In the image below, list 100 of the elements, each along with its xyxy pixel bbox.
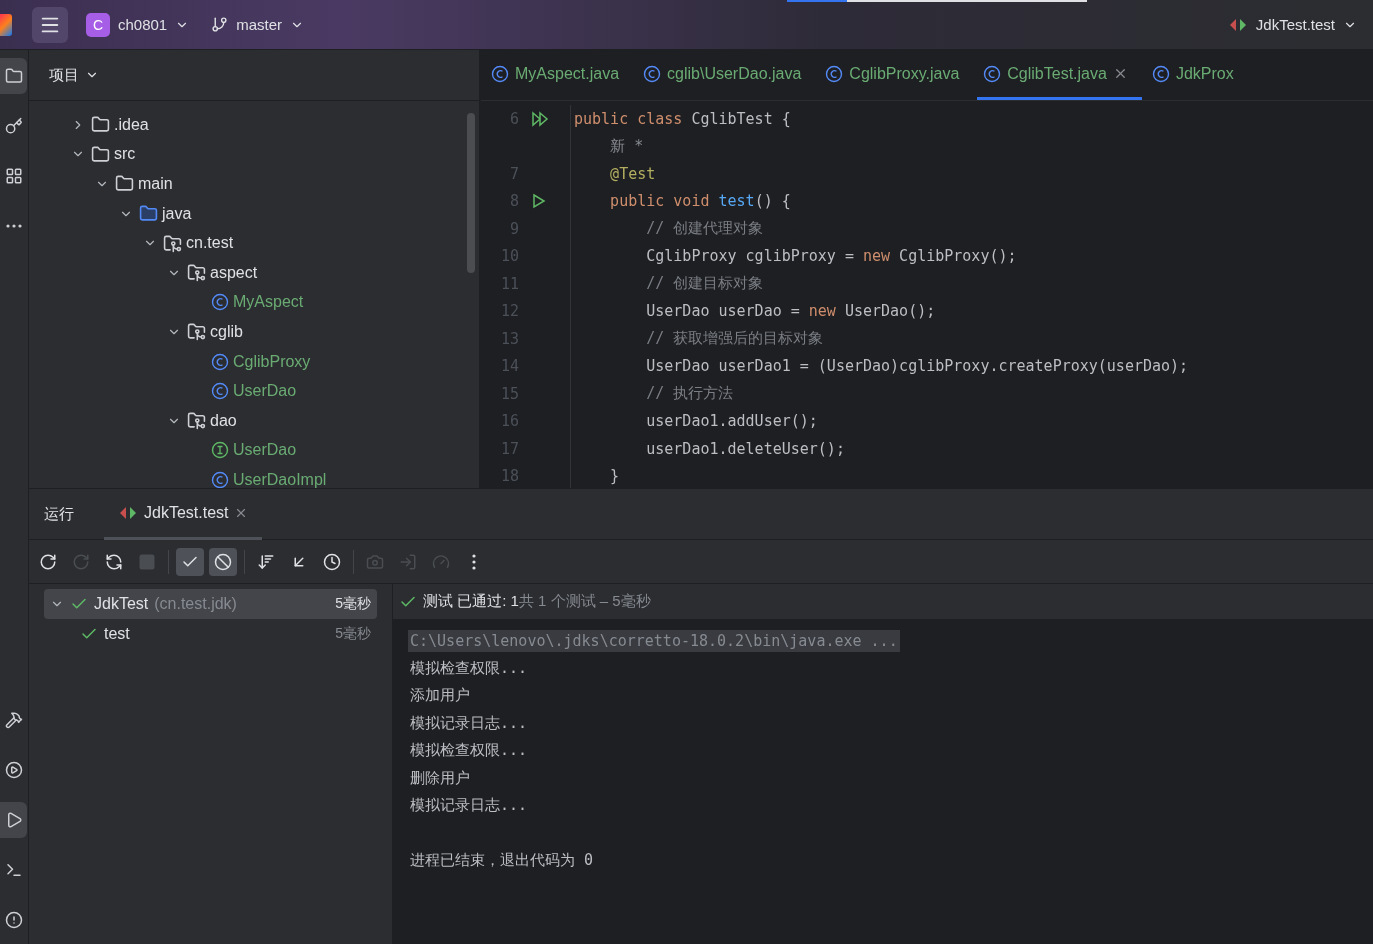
gauge-icon <box>432 552 450 571</box>
camera-icon <box>366 552 384 571</box>
main-menu-button[interactable] <box>32 6 68 43</box>
project-badge: C <box>86 12 110 37</box>
code-line: userDao1.addUser(); <box>645 412 818 431</box>
toggle-auto-icon <box>105 552 123 571</box>
code-line: public class CglibTest { <box>573 109 791 128</box>
tree-item[interactable]: .idea <box>114 115 149 134</box>
console-line: 模拟检查权限... <box>409 657 529 679</box>
passed-button[interactable] <box>176 547 204 576</box>
class-icon <box>211 470 229 488</box>
class-icon <box>643 64 662 83</box>
class-icon <box>491 64 509 83</box>
services-icon <box>4 761 23 779</box>
test-name: test <box>104 625 130 643</box>
structure-icon <box>4 167 23 185</box>
folder-icon <box>139 204 158 224</box>
console-command: C:\Users\lenovo\.jdks\corretto-18.0.2\bin\java.exe ... <box>408 629 900 652</box>
branch-selector[interactable]: master <box>207 12 309 37</box>
code-line: // 创建目标对象 <box>645 274 764 294</box>
project-selector[interactable]: C ch0801 <box>82 8 194 41</box>
class-icon <box>1151 64 1170 83</box>
editor-tab[interactable]: CglibTest.java <box>977 50 1142 100</box>
clock-icon <box>323 552 341 571</box>
project-view-selector[interactable]: 项目 <box>43 64 105 86</box>
stop-icon <box>138 552 156 571</box>
tree-item[interactable]: java <box>162 204 192 223</box>
package-icon <box>187 263 206 283</box>
code-line: public void test() { <box>609 192 791 211</box>
tree-item[interactable]: UserDao <box>233 382 297 401</box>
app-logo <box>0 13 12 36</box>
editor-tab[interactable]: CglibProxy.java <box>819 50 974 100</box>
run-tab[interactable]: JdkTest.test <box>104 488 263 540</box>
run-icon[interactable] <box>531 193 547 210</box>
tree-item[interactable]: aspect <box>210 263 258 282</box>
code-line: @Test <box>609 164 656 183</box>
code-line: // 执行方法 <box>645 384 734 404</box>
test-package: (cn.test.jdk) <box>154 595 237 613</box>
folder-tool-button[interactable] <box>0 58 27 94</box>
console-line: 进程已结束，退出代码为 0 <box>409 850 595 872</box>
console-line: 模拟记录日志... <box>409 712 529 734</box>
tree-item[interactable]: main <box>138 175 173 193</box>
run-config-selector[interactable]: JdkTest.test <box>1223 12 1361 37</box>
ignored-icon <box>214 552 232 571</box>
usage-hint: 新 * <box>609 136 644 156</box>
tree-item[interactable]: MyAspect <box>233 293 304 312</box>
class-icon <box>825 64 844 83</box>
code-line: // 获取增强后的目标对象 <box>645 329 824 349</box>
test-row[interactable]: JdkTest (cn.test.jdk) 5毫秒 <box>44 589 377 619</box>
branch-icon <box>211 16 229 33</box>
run-all-icon[interactable] <box>531 110 549 127</box>
tree-item[interactable]: cn.test <box>186 234 234 253</box>
tree-item[interactable]: src <box>114 145 136 164</box>
editor-tab[interactable]: MyAspect.java <box>485 50 634 100</box>
folder-icon <box>91 144 110 164</box>
more-icon <box>5 224 22 228</box>
test-row[interactable]: test 5毫秒 <box>44 619 377 649</box>
code-line: UserDao userDao1 = (UserDao)cglibProxy.createProxy(userDao); <box>645 357 1189 376</box>
scrollbar[interactable] <box>467 113 475 273</box>
package-icon <box>187 322 206 342</box>
package-icon <box>163 233 182 253</box>
interface-icon <box>211 441 229 460</box>
tree-item[interactable]: CglibProxy <box>233 352 311 371</box>
project-icon <box>4 67 23 85</box>
code-line: } <box>609 467 620 486</box>
tree-item[interactable]: UserDaoImpl <box>233 470 327 488</box>
package-icon <box>187 411 206 431</box>
class-icon <box>211 352 229 371</box>
rerun-icon <box>39 552 57 571</box>
sort-icon <box>257 552 275 571</box>
code-line: UserDao userDao = new UserDao(); <box>645 302 936 321</box>
tree-item[interactable]: cglib <box>210 322 243 341</box>
test-status: 测试 已通过: 1 <box>423 592 519 611</box>
class-icon <box>983 64 1002 83</box>
problems-icon <box>4 911 23 929</box>
editor-tab[interactable]: cglib\UserDao.java <box>637 50 816 100</box>
test-summary: 共 1 个测试 – 5毫秒 <box>518 592 651 611</box>
panel-title: 运行 <box>44 504 74 524</box>
code-line: CglibProxy cglibProxy = new CglibProxy(); <box>645 247 1017 266</box>
test-name: JdkTest <box>94 595 149 613</box>
console-line: 模拟记录日志... <box>409 795 529 817</box>
run-config-icon <box>118 504 138 521</box>
test-duration: 5毫秒 <box>335 595 371 613</box>
rerun-failed-icon <box>72 552 90 571</box>
export-icon <box>399 552 417 571</box>
terminal-icon <box>4 861 23 879</box>
folder-icon <box>91 115 110 135</box>
ignored-button[interactable] <box>209 547 237 576</box>
test-duration: 5毫秒 <box>335 625 371 643</box>
tree-item[interactable]: UserDao <box>233 441 297 460</box>
code-line: userDao1.deleteUser(); <box>645 439 845 458</box>
run-tool-button[interactable] <box>0 802 27 838</box>
console-line: 模拟检查权限... <box>409 740 529 762</box>
folder-icon <box>115 174 134 194</box>
console-line: 删除用户 <box>409 767 471 789</box>
code-line: // 创建代理对象 <box>645 219 764 239</box>
editor-tab[interactable]: JdkProx <box>1145 50 1248 100</box>
tree-item[interactable]: dao <box>210 411 237 430</box>
hammer-icon <box>4 711 23 729</box>
class-icon <box>211 293 229 312</box>
